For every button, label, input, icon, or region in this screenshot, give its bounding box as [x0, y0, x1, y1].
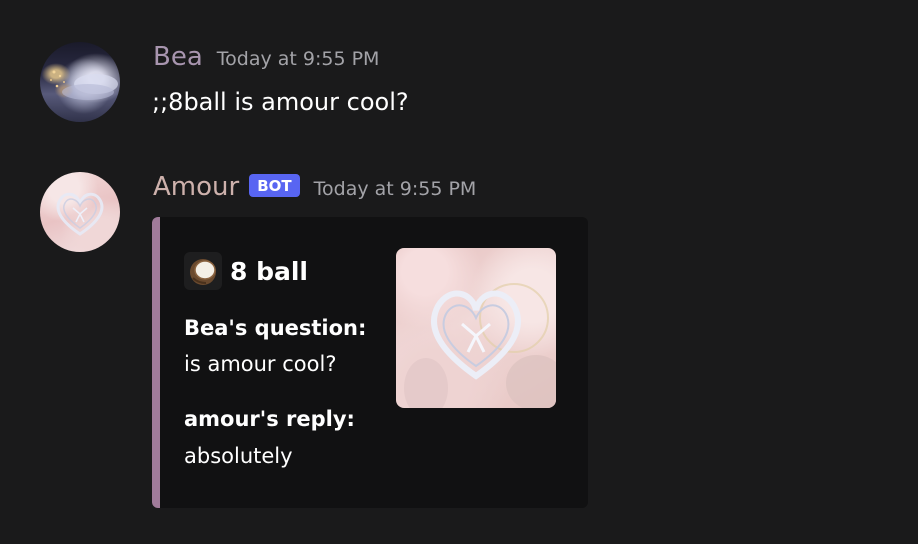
message-content: ;;8ball is amour cool?	[152, 88, 409, 116]
embed: 8 ball Bea's question: is amour cool? am…	[152, 217, 588, 508]
embed-thumbnail[interactable]	[396, 248, 556, 408]
embed-field-value: absolutely	[184, 444, 293, 468]
chat-messages: Bea Today at 9:55 PM ;;8ball is amour co…	[0, 0, 918, 544]
timestamp[interactable]: Today at 9:55 PM	[314, 178, 477, 200]
embed-title-row: 8 ball	[184, 252, 308, 290]
embed-field-name: Bea's question:	[184, 316, 367, 340]
avatar[interactable]	[40, 172, 120, 252]
bot-badge: BOT	[249, 174, 300, 197]
embed-field-name: amour's reply:	[184, 407, 355, 431]
timestamp[interactable]: Today at 9:55 PM	[217, 48, 380, 70]
coconut-icon	[184, 252, 222, 290]
embed-field-value: is amour cool?	[184, 352, 337, 376]
embed-accent-bar	[152, 217, 160, 508]
username[interactable]: Bea	[153, 42, 203, 72]
message-header: Bea Today at 9:55 PM	[153, 42, 379, 72]
message-header: Amour BOT Today at 9:55 PM	[153, 172, 476, 202]
message: Bea Today at 9:55 PM ;;8ball is amour co…	[0, 0, 918, 160]
message: Amour BOT Today at 9:55 PM 8 ball Bea's …	[0, 160, 918, 544]
avatar[interactable]	[40, 42, 120, 122]
username[interactable]: Amour	[153, 172, 239, 202]
embed-title: 8 ball	[230, 256, 309, 286]
